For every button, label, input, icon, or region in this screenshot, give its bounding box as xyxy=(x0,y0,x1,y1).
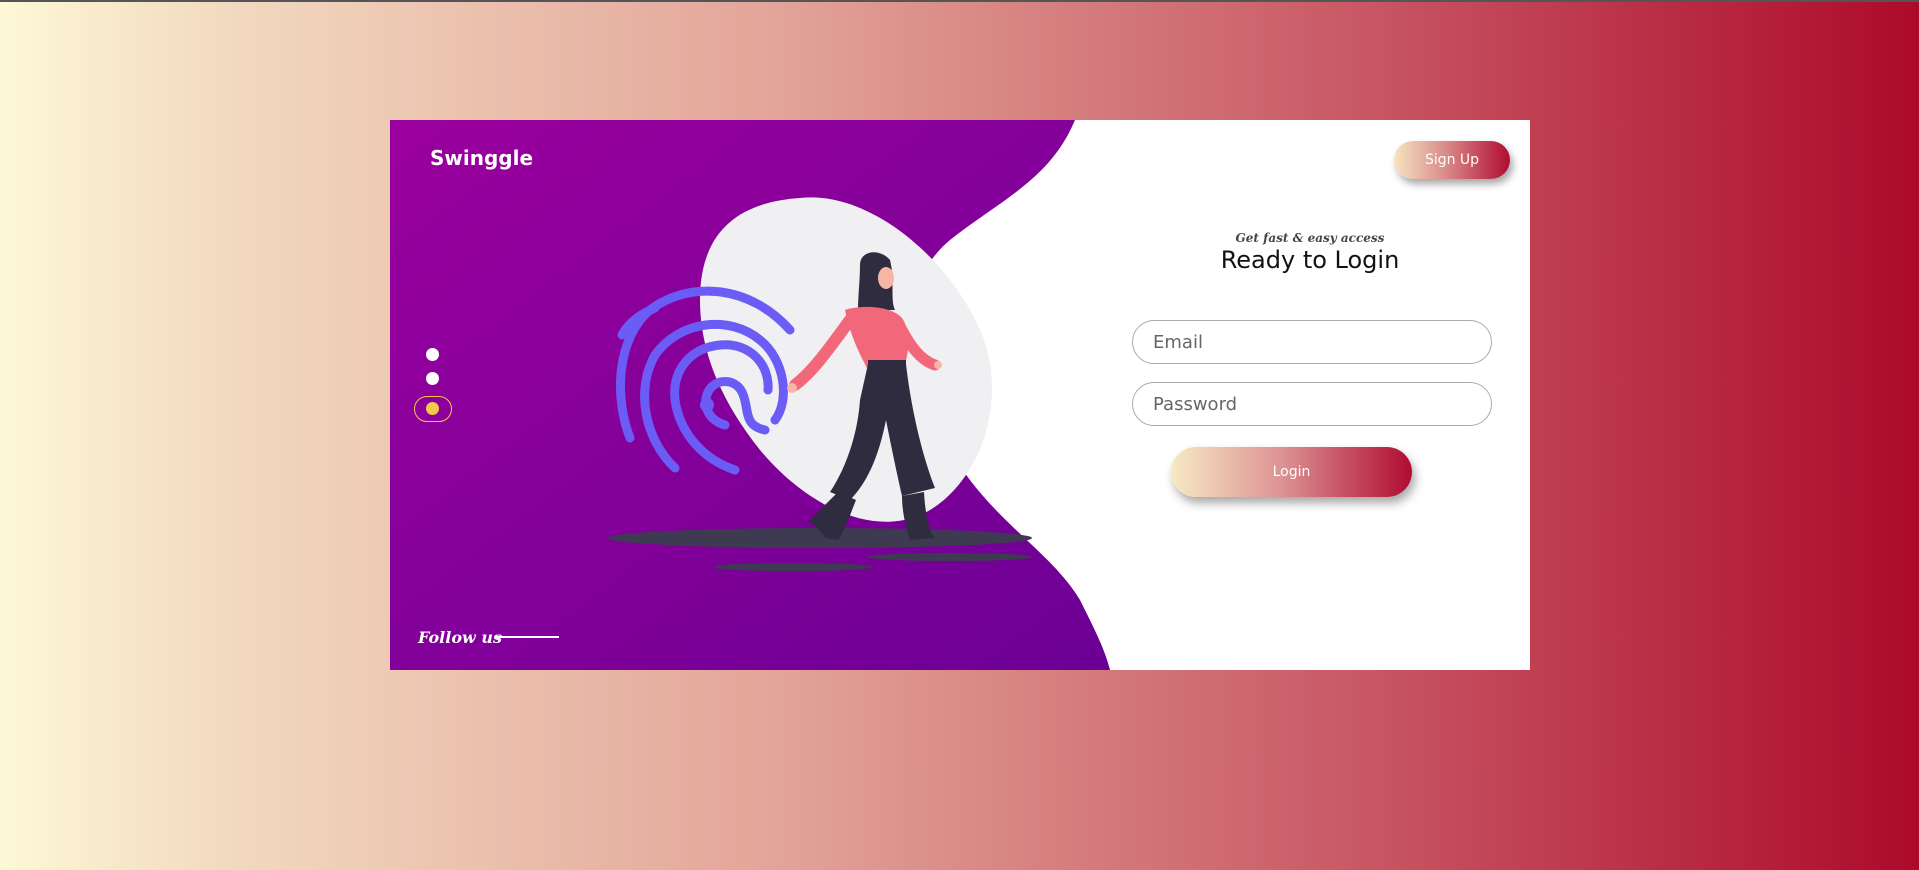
brand-logo[interactable]: Swinggle xyxy=(430,146,533,170)
email-field[interactable] xyxy=(1132,320,1492,364)
carousel-dot-3[interactable] xyxy=(426,402,439,415)
carousel-dot-1[interactable] xyxy=(426,348,439,361)
login-button[interactable]: Login xyxy=(1171,447,1412,497)
follow-us-label: Follow us xyxy=(418,628,502,647)
login-title: Ready to Login xyxy=(1220,246,1400,274)
carousel-dot-2[interactable] xyxy=(426,372,439,385)
follow-us-divider xyxy=(495,636,559,638)
sign-up-button[interactable]: Sign Up xyxy=(1394,141,1510,179)
login-card: Swinggle Sign Up Follow us Get fast & ea… xyxy=(390,120,1530,670)
password-field[interactable] xyxy=(1132,382,1492,426)
login-subtitle: Get fast & easy access xyxy=(1235,231,1385,245)
